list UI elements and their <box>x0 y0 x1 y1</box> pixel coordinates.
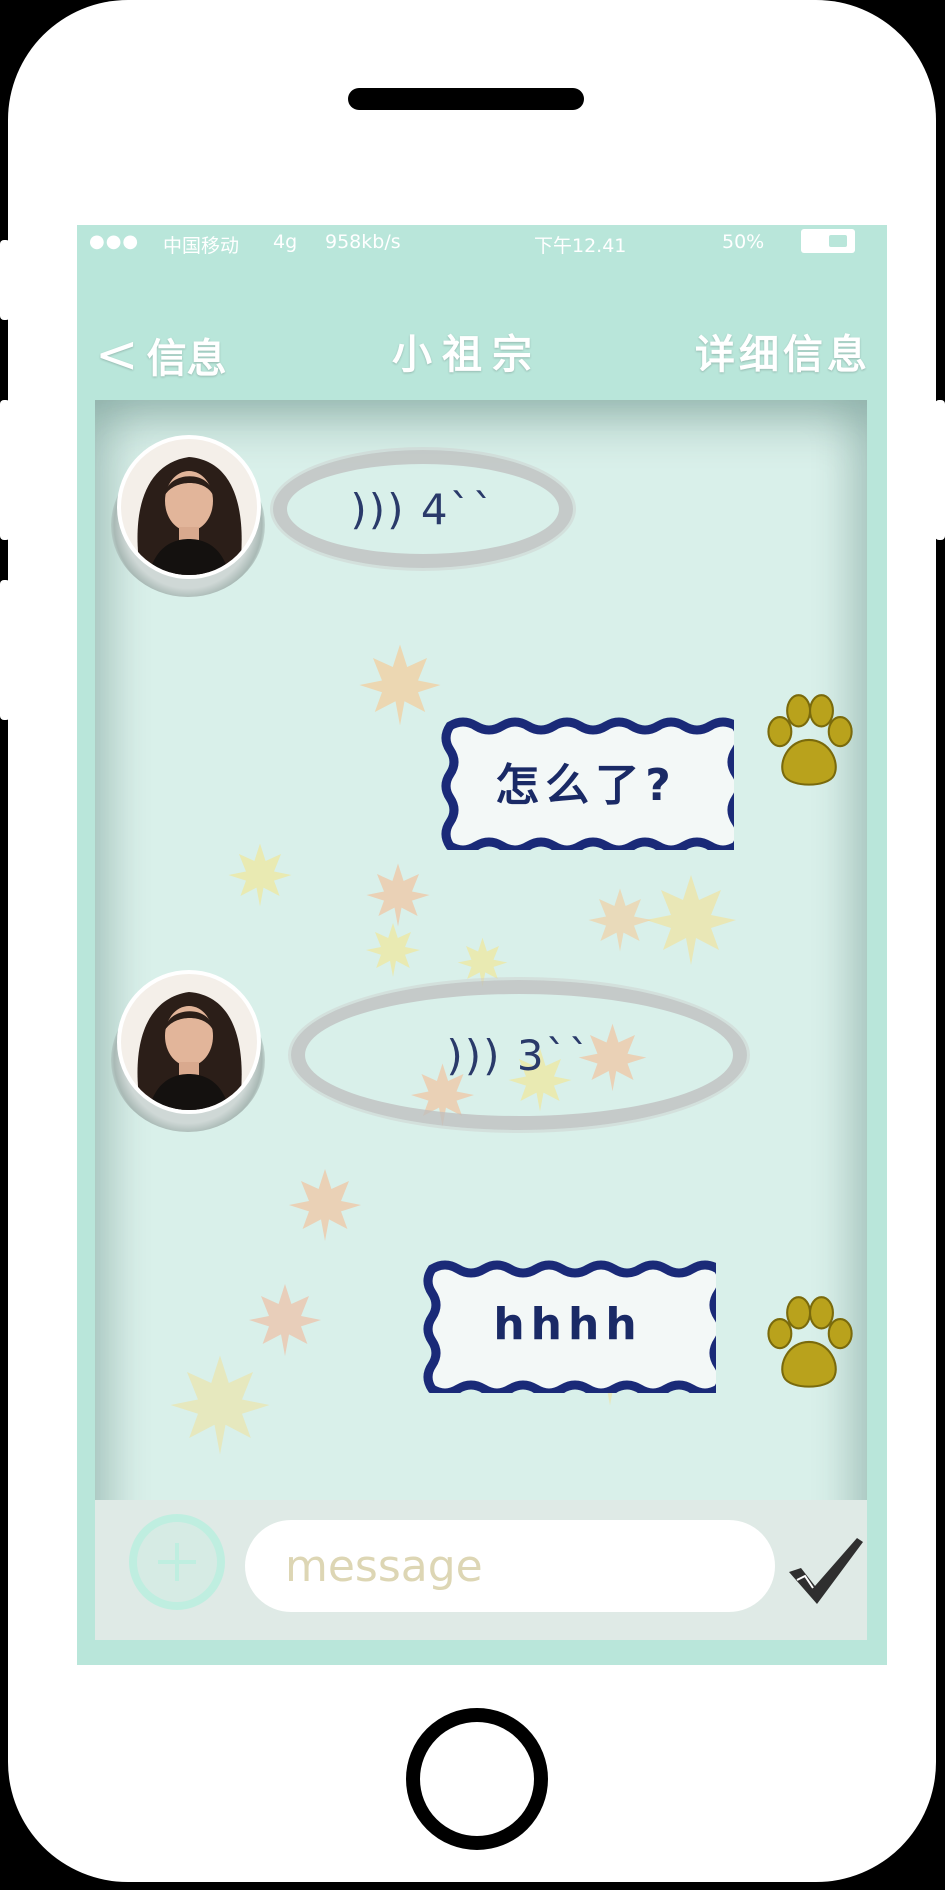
maple-leaf-icon <box>249 1284 321 1356</box>
avatar[interactable] <box>111 435 265 597</box>
maple-leaf-icon <box>588 888 652 952</box>
speaker-grille <box>348 88 584 110</box>
back-label: 信息 <box>146 336 227 382</box>
side-button <box>0 240 10 320</box>
status-bar: ●●● 中国移动 4g 958kb/s 下午12.41 50% <box>77 225 887 261</box>
phone-frame: ●●● 中国移动 4g 958kb/s 下午12.41 50% < 信息 小祖宗… <box>8 0 936 1882</box>
side-button <box>935 400 945 540</box>
paw-icon[interactable] <box>757 1292 861 1396</box>
screen: ●●● 中国移动 4g 958kb/s 下午12.41 50% < 信息 小祖宗… <box>77 225 887 1665</box>
maple-leaf-icon <box>359 644 441 726</box>
voice-message-text: ))) 4`` <box>350 484 496 534</box>
message-text: hhhh <box>493 1298 643 1350</box>
side-button <box>0 580 10 720</box>
maple-leaf-icon <box>366 923 420 977</box>
composer-bar <box>95 1500 867 1640</box>
page-title: 小祖宗 <box>392 332 542 378</box>
chat-area[interactable]: ))) 4`` 怎么了?))) 3`` hhhh message <box>95 400 867 1640</box>
side-button <box>0 400 10 540</box>
message-bubble-sent[interactable]: hhhh <box>420 1255 716 1393</box>
chevron-left-icon: < <box>95 325 139 385</box>
add-attachment-button[interactable] <box>129 1514 225 1610</box>
network-label: 4g <box>273 231 298 253</box>
maple-leaf-icon <box>170 1355 270 1455</box>
message-input[interactable] <box>245 1520 775 1612</box>
battery-percent: 50% <box>722 231 765 253</box>
back-button[interactable]: < 信息 <box>95 320 227 390</box>
message-bubble-received[interactable]: ))) 4`` <box>273 450 573 568</box>
checkmark-icon[interactable] <box>783 1528 867 1612</box>
voice-message-text: ))) 3`` <box>446 1030 592 1080</box>
home-button[interactable] <box>406 1708 548 1850</box>
signal-dots: ●●● <box>89 231 140 252</box>
details-button[interactable]: 详细信息 <box>695 320 871 390</box>
avatar-photo <box>117 970 261 1114</box>
maple-leaf-icon <box>228 843 292 907</box>
paw-icon[interactable] <box>757 690 861 794</box>
avatar[interactable] <box>111 970 265 1132</box>
message-bubble-sent[interactable]: 怎么了? <box>438 712 734 850</box>
clock: 下午12.41 <box>534 235 627 257</box>
plus-icon <box>158 1543 196 1581</box>
message-text: 怎么了? <box>495 760 677 811</box>
carrier-label: 中国移动 <box>163 235 240 257</box>
avatar-photo <box>117 435 261 579</box>
battery-icon <box>801 229 855 253</box>
maple-leaf-icon <box>289 1169 361 1241</box>
maple-leaf-icon <box>646 875 736 965</box>
message-bubble-received[interactable]: ))) 3`` <box>291 980 747 1130</box>
speed-label: 958kb/s <box>325 231 401 253</box>
nav-bar: < 信息 小祖宗 详细信息 <box>77 320 887 390</box>
